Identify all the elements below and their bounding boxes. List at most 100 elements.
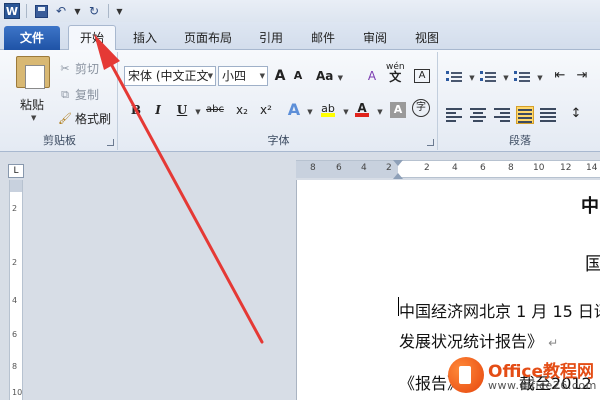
tab-file[interactable]: 文件	[4, 26, 60, 50]
tab-insert[interactable]: 插入	[128, 28, 162, 50]
ruler-tick: 10	[12, 388, 23, 397]
chevron-down-icon: ▼	[116, 6, 123, 16]
paragraph-group-label: 段落	[509, 134, 531, 147]
dialog-launcher-icon[interactable]	[107, 139, 114, 146]
text-effect-button[interactable]: A	[286, 100, 302, 120]
chevron-down-icon: ▼	[537, 74, 543, 82]
tab-mailings[interactable]: 邮件	[306, 28, 340, 50]
text-effect-dropdown[interactable]: ▼	[302, 100, 318, 120]
copy-button[interactable]: ⧉ 复制	[58, 86, 99, 103]
ruler-margin	[10, 180, 22, 192]
enclose-characters-button[interactable]: 字	[412, 99, 430, 117]
distributed-icon[interactable]	[540, 106, 558, 124]
horizontal-ruler[interactable]: 8 6 4 2 2 4 6 8 10 12 14	[296, 160, 600, 179]
vertical-ruler[interactable]: 2 2 4 6 8 10	[9, 180, 23, 400]
decrease-indent-icon[interactable]: ⇤	[552, 66, 568, 86]
ruler-tick: 4	[452, 163, 458, 173]
ruler-tick: 14	[586, 163, 598, 173]
italic-button[interactable]: I	[150, 100, 166, 120]
chevron-down-icon[interactable]: ▼	[31, 114, 36, 122]
increase-indent-icon[interactable]: ⇥	[574, 66, 590, 86]
font-group-label: 字体	[267, 134, 290, 147]
change-case-button[interactable]: Aa ▼	[316, 66, 343, 86]
watermark-url: www.office26.com	[488, 379, 597, 392]
clear-formatting-button[interactable]: A	[364, 66, 380, 86]
line-spacing-icon[interactable]: ↕	[568, 104, 584, 124]
shrink-font-button[interactable]: A	[290, 66, 306, 86]
chevron-down-icon: ▼	[343, 108, 349, 116]
bullets-dropdown[interactable]: ▼	[464, 66, 480, 86]
font-group: 宋体 (中文正文 ▼ 小四 ▼ A A Aa ▼ A wén 文 A B I U …	[120, 52, 438, 150]
clipboard-group-label: 剪贴板	[43, 134, 76, 147]
ruler-tick: 6	[480, 163, 486, 173]
ruler-tick: 4	[12, 296, 18, 305]
tab-review[interactable]: 审阅	[358, 28, 392, 50]
customize-toolbar-button[interactable]: ▼	[115, 3, 124, 19]
character-border-button[interactable]: A	[414, 69, 430, 83]
phonetic-guide-button[interactable]: wén 文	[386, 62, 405, 84]
justify-icon[interactable]	[516, 106, 534, 124]
cut-button[interactable]: ✂ 剪切	[58, 60, 99, 77]
strikethrough-button[interactable]: abc	[206, 100, 224, 120]
character-shading-button[interactable]: A	[390, 102, 406, 118]
paragraph-group: ▼ ▼ ▼ ⇤ ⇥ ↕ 段落	[440, 52, 600, 150]
font-name-value: 宋体 (中文正文	[128, 69, 209, 83]
undo-dropdown[interactable]: ▼	[73, 3, 82, 19]
save-icon	[34, 4, 48, 18]
font-name-select[interactable]: 宋体 (中文正文 ▼	[124, 66, 216, 86]
ruler-tick: 10	[533, 163, 545, 173]
multilevel-list-dropdown[interactable]: ▼	[532, 66, 548, 86]
multilevel-list-icon[interactable]	[514, 70, 530, 82]
tab-home[interactable]: 开始	[68, 25, 116, 51]
chevron-down-icon: ▼	[207, 72, 213, 80]
doc-line-2-text: 发展状况统计报告》	[399, 332, 544, 351]
numbering-dropdown[interactable]: ▼	[498, 66, 514, 86]
bold-button[interactable]: B	[128, 100, 144, 120]
superscript-button[interactable]: x²	[258, 100, 274, 120]
format-painter-button[interactable]: 🖌 格式刷	[58, 110, 111, 127]
paste-button[interactable]: 粘贴	[20, 96, 44, 113]
word-app-icon[interactable]: W	[4, 3, 20, 19]
align-right-icon[interactable]	[494, 106, 512, 124]
indent-marker[interactable]	[393, 160, 403, 179]
format-painter-label: 格式刷	[75, 112, 112, 126]
ribbon-tab-bar: 文件 开始 插入 页面布局 引用 邮件 审阅 视图	[0, 22, 600, 51]
font-color-button[interactable]: A	[354, 98, 370, 118]
chevron-down-icon: ▼	[259, 72, 265, 80]
underline-button[interactable]: U	[174, 100, 190, 120]
ruler-tick: 8	[12, 362, 18, 371]
subscript-button[interactable]: x₂	[234, 100, 250, 120]
font-color-dropdown[interactable]: ▼	[372, 100, 388, 120]
dialog-launcher-icon[interactable]	[427, 139, 434, 146]
phonetic-glyph: 文	[389, 70, 402, 84]
undo-button[interactable]: ↶	[53, 3, 69, 19]
tab-references[interactable]: 引用	[254, 28, 288, 50]
ruler-tick: 2	[386, 163, 392, 173]
highlight-dropdown[interactable]: ▼	[338, 100, 354, 120]
align-left-icon[interactable]	[446, 106, 464, 124]
doc-title-char: 中	[581, 196, 599, 217]
numbering-icon[interactable]	[480, 70, 496, 82]
chevron-down-icon: ▼	[337, 74, 343, 82]
align-center-icon[interactable]	[470, 106, 488, 124]
ruler-tick: 2	[12, 204, 18, 213]
tab-view[interactable]: 视图	[410, 28, 444, 50]
tab-page-layout[interactable]: 页面布局	[178, 28, 238, 50]
chevron-down-icon: ▼	[503, 74, 509, 82]
highlight-button[interactable]: ab	[318, 98, 338, 118]
tab-selector[interactable]: L	[8, 164, 24, 178]
redo-button[interactable]: ↻	[86, 3, 102, 19]
font-size-select[interactable]: 小四 ▼	[218, 66, 268, 86]
bullets-icon[interactable]	[446, 70, 462, 82]
toolbar-separator	[26, 4, 27, 18]
save-button[interactable]	[33, 3, 49, 19]
left-tab-icon: L	[13, 166, 19, 176]
quick-access-toolbar: W ↶ ▼ ↻ ▼	[0, 0, 600, 22]
watermark: Office教程网 www.office26.com	[448, 355, 598, 397]
paste-icon	[16, 56, 50, 89]
chevron-down-icon: ▼	[469, 74, 475, 82]
ruler-tick: 6	[12, 330, 18, 339]
underline-dropdown[interactable]: ▼	[190, 100, 206, 120]
grow-font-button[interactable]: A	[272, 66, 288, 86]
copy-icon: ⧉	[61, 87, 69, 101]
